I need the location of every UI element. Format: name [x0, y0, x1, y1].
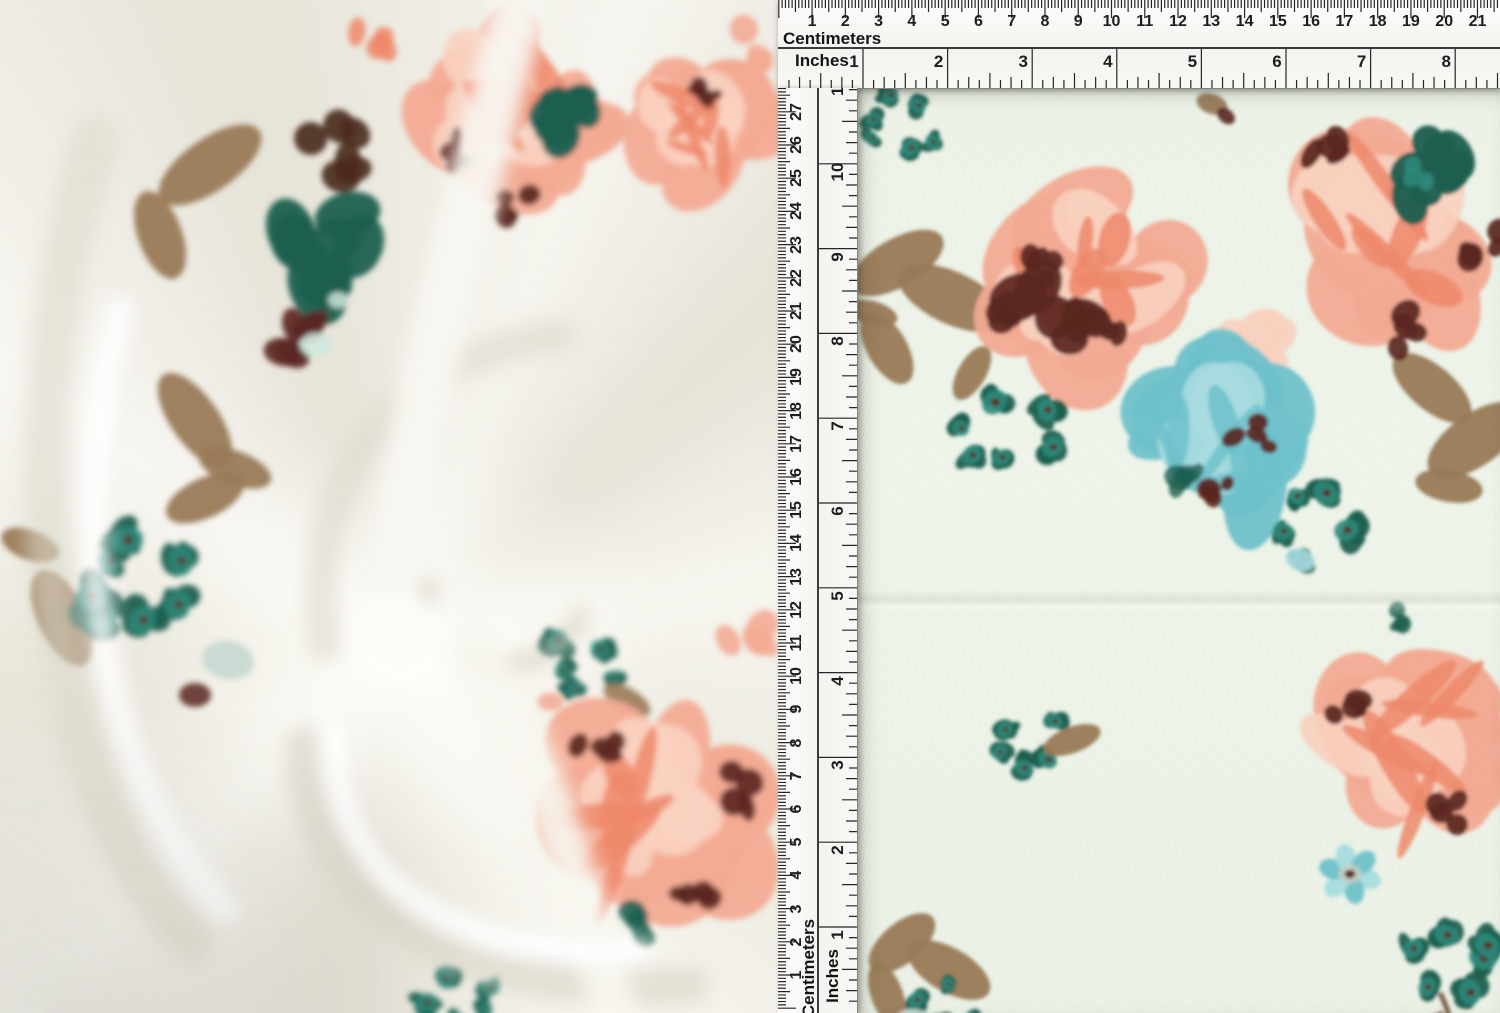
inch-tick-label: 1 [828, 930, 848, 939]
inch-tick-label: 10 [828, 162, 848, 181]
inch-tick-label: 3 [828, 761, 848, 770]
inch-tick-label: 9 [828, 252, 848, 261]
inch-tick-label: 7 [828, 421, 848, 430]
flat-fabric-floral-art [857, 88, 1500, 1013]
swirled-fabric-floral-art [0, 0, 779, 1013]
cm-tick-label: 7 [1007, 13, 1016, 31]
cm-tick-label: 3 [788, 904, 806, 913]
horizontal-inches-label: Inches [795, 51, 849, 71]
cm-tick-label: 27 [788, 103, 806, 121]
inch-tick-label: 5 [1188, 52, 1197, 72]
inch-tick-label: 6 [1272, 52, 1281, 72]
cm-tick-label: 10 [788, 667, 806, 685]
horizontal-ruler: Centimeters Inches 123456789101112131415… [778, 0, 1500, 89]
cm-tick-label: 17 [1335, 13, 1353, 31]
inch-tick-label: 3 [1018, 52, 1027, 72]
cm-tick-label: 13 [1202, 13, 1220, 31]
cm-tick-label: 9 [788, 705, 806, 714]
floral-print-clusters [857, 88, 1500, 1013]
inch-tick-label: 2 [934, 52, 943, 72]
cm-tick-label: 18 [1369, 13, 1387, 31]
horizontal-ruler-divider [778, 47, 1500, 49]
inch-tick-label: 6 [828, 506, 848, 515]
cm-tick-label: 5 [941, 13, 950, 31]
inch-tick-label: 1 [849, 52, 858, 72]
vertical-ruler: Centimeters Inches 123456789101112131415… [778, 88, 858, 1013]
cm-tick-label: 12 [1169, 13, 1187, 31]
cm-tick-label: 25 [788, 169, 806, 187]
horizontal-centimeters-label: Centimeters [783, 29, 881, 49]
cm-tick-label: 4 [907, 13, 916, 31]
cm-tick-label: 11 [788, 635, 806, 652]
inch-tick-label: 2 [828, 845, 848, 854]
cm-tick-label: 6 [788, 805, 806, 814]
cm-tick-label: 14 [1236, 13, 1254, 31]
fabric-product-photo: Centimeters Inches 123456789101112131415… [0, 0, 1500, 1013]
vertical-ruler-divider [817, 88, 819, 1013]
cm-tick-label: 17 [788, 435, 806, 453]
cm-tick-label: 5 [788, 838, 806, 847]
cm-tick-label: 12 [788, 601, 806, 619]
inch-tick-label: 4 [828, 676, 848, 685]
cm-tick-label: 21 [788, 302, 806, 320]
cm-tick-label: 8 [1041, 13, 1050, 31]
inch-tick-label: 4 [1103, 52, 1112, 72]
cm-tick-label: 1 [788, 971, 806, 980]
vertical-centimeters-label: Centimeters [799, 919, 819, 1013]
cm-tick-label: 26 [788, 136, 806, 154]
cm-tick-label: 16 [788, 468, 806, 486]
cm-tick-label: 2 [841, 13, 850, 31]
cm-tick-label: 23 [788, 236, 806, 254]
inch-tick-label: 8 [1441, 52, 1450, 72]
cm-tick-label: 10 [1103, 13, 1121, 31]
cm-tick-label: 20 [788, 335, 806, 353]
inch-tick-label: 5 [828, 591, 848, 600]
flat-fabric-panel [857, 88, 1500, 1013]
cm-tick-label: 14 [788, 534, 806, 552]
cm-tick-label: 15 [1269, 13, 1287, 31]
cm-tick-label: 7 [788, 771, 806, 780]
inch-tick-label: 7 [1357, 52, 1366, 72]
inch-tick-label: 11 [828, 88, 848, 96]
cm-tick-label: 1 [808, 13, 817, 31]
cm-tick-label: 3 [874, 13, 883, 31]
cm-tick-label: 4 [788, 871, 806, 880]
swirled-fabric-photo [0, 0, 779, 1013]
cm-tick-label: 8 [788, 738, 806, 747]
vertical-inches-label: Inches [823, 949, 843, 1003]
cm-tick-label: 11 [1136, 13, 1153, 31]
cm-tick-label: 19 [1402, 13, 1420, 31]
cm-tick-label: 6 [974, 13, 983, 31]
cm-tick-label: 24 [788, 202, 806, 220]
cm-tick-label: 16 [1302, 13, 1320, 31]
cm-tick-label: 18 [788, 402, 806, 420]
cm-tick-label: 15 [788, 501, 806, 519]
cm-tick-label: 19 [788, 368, 806, 386]
cm-tick-label: 13 [788, 568, 806, 586]
cm-tick-label: 22 [788, 269, 806, 287]
cm-tick-label: 21 [1469, 13, 1487, 31]
cm-tick-label: 9 [1074, 13, 1083, 31]
inch-tick-label: 8 [828, 337, 848, 346]
cm-tick-label: 20 [1435, 13, 1453, 31]
cm-tick-label: 2 [788, 937, 806, 946]
